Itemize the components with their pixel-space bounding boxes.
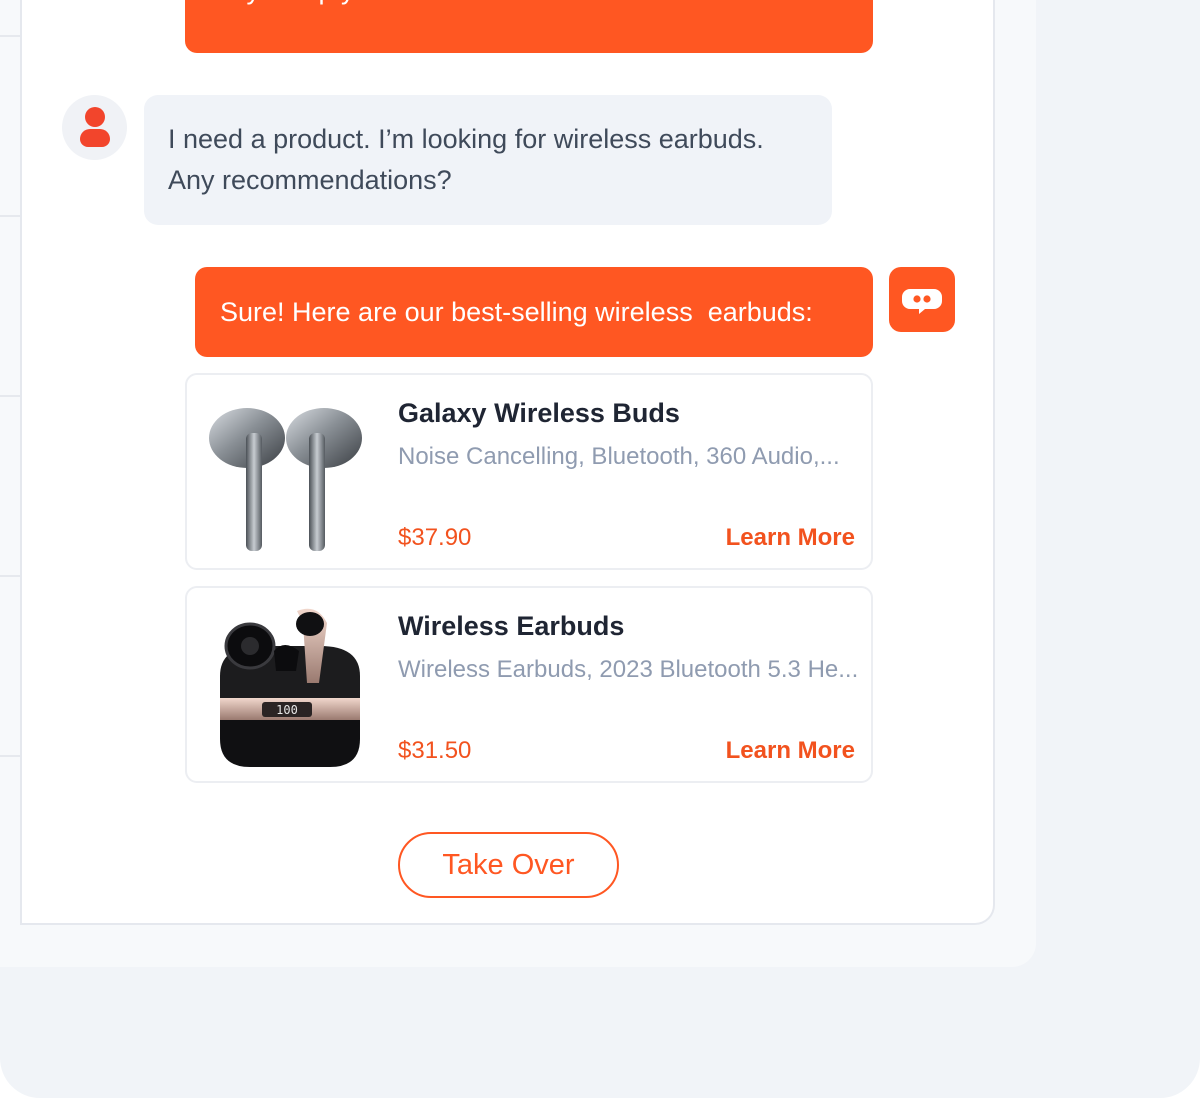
product-price: $37.90 [398, 524, 472, 551]
product-description: Noise Cancelling, Bluetooth, 360 Audio,.… [398, 443, 840, 470]
user-icon [85, 107, 105, 127]
divider [0, 215, 22, 217]
bot-avatar [889, 267, 955, 332]
product-card[interactable]: 100 Wireless Earbuds Wireless Earbuds, 2… [185, 586, 873, 783]
bot-reply-text: Sure! Here are our best-selling wireless… [220, 297, 813, 327]
product-name: Wireless Earbuds [398, 611, 625, 641]
svg-text:100: 100 [276, 703, 298, 717]
bot-reply-bubble: Sure! Here are our best-selling wireless… [195, 267, 873, 357]
sidebar-edge [0, 0, 22, 925]
learn-more-link[interactable]: Learn More [726, 518, 855, 558]
divider [0, 575, 22, 577]
user-message-line: Any recommendations? [168, 165, 452, 195]
take-over-button[interactable]: Take Over [398, 832, 619, 898]
divider [0, 755, 22, 757]
product-card[interactable]: Galaxy Wireless Buds Noise Cancelling, B… [185, 373, 873, 570]
user-avatar [62, 95, 127, 160]
product-price: $31.50 [398, 737, 472, 764]
chat-bot-icon [902, 289, 942, 314]
divider [0, 395, 22, 397]
user-message-line: I need a product. I’m looking for wirele… [168, 124, 764, 154]
user-message-bubble: I need a product. I’m looking for wirele… [144, 95, 832, 225]
user-icon-body [80, 129, 110, 147]
wireless-earbuds-image: 100 [220, 608, 360, 767]
learn-more-link[interactable]: Learn More [726, 731, 855, 771]
product-description: Wireless Earbuds, 2023 Bluetooth 5.3 He.… [398, 656, 859, 683]
bot-message-bubble: may I help you? [185, 0, 873, 53]
bot-message-text: may I help you? [209, 0, 400, 10]
product-name: Galaxy Wireless Buds [398, 398, 680, 428]
divider [0, 35, 22, 37]
galaxy-buds-image [209, 408, 362, 551]
